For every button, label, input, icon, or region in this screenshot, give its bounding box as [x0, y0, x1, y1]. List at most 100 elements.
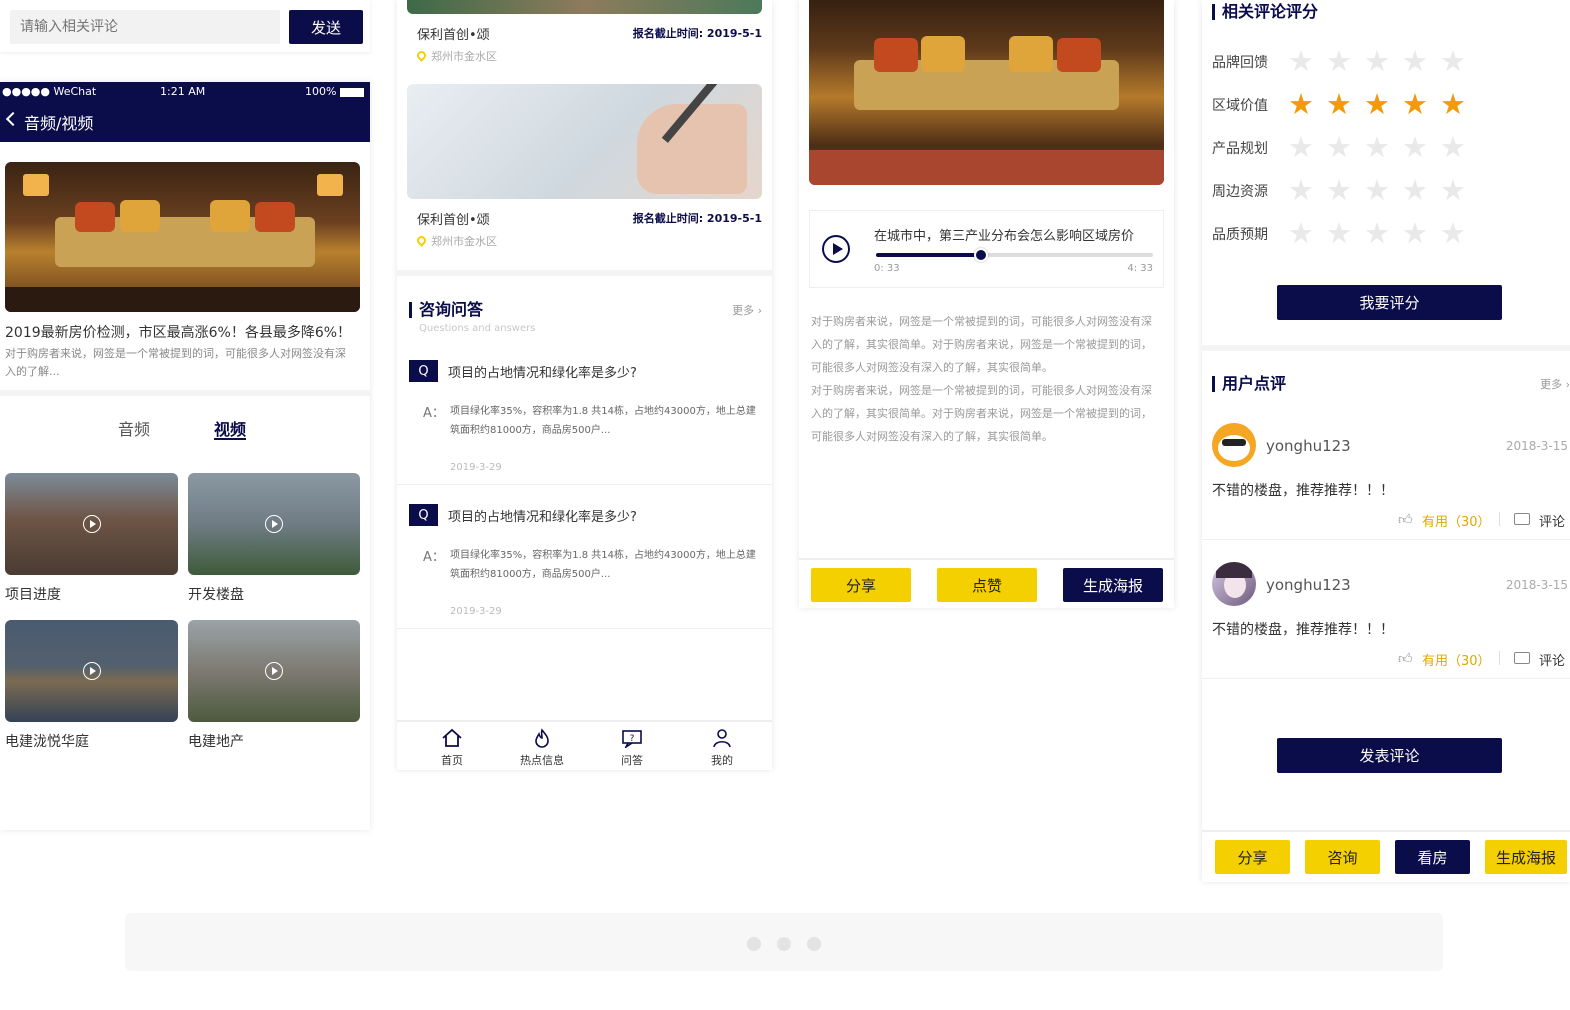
- star-icon[interactable]: ★: [1326, 219, 1352, 248]
- separator: [1499, 512, 1500, 526]
- star-icon[interactable]: ★: [1288, 47, 1314, 76]
- phone-reviews: 相关评论评分 品牌回馈 ★ ★ ★ ★ ★ 区域价值 ★ ★ ★ ★ ★ 产品规划 ★ ★ ★ ★ ★ 周边资源 ★ ★…: [1202, 0, 1570, 882]
- page-dot-3[interactable]: [807, 937, 821, 951]
- listing-name-2[interactable]: 保利首创•颂: [417, 209, 490, 228]
- star-icon[interactable]: ★: [1440, 176, 1466, 205]
- star-icon[interactable]: ★: [1440, 219, 1466, 248]
- star-icon[interactable]: ★: [1402, 47, 1428, 76]
- nav-hot-label: 热点信息: [520, 754, 564, 767]
- thumbs-up-icon[interactable]: 👍︎: [1398, 650, 1413, 667]
- poster-button[interactable]: 生成海报: [1063, 568, 1163, 602]
- post-review-button[interactable]: 发表评论: [1277, 738, 1502, 773]
- comment-button[interactable]: 评论: [1539, 511, 1565, 530]
- comment-icon[interactable]: [1514, 513, 1530, 525]
- send-button[interactable]: 发送: [289, 10, 363, 44]
- question-badge-icon: Q: [409, 504, 438, 526]
- star-icon[interactable]: ★: [1326, 90, 1352, 119]
- nav-qa[interactable]: ? 问答: [607, 728, 657, 768]
- star-icon[interactable]: ★: [1364, 176, 1390, 205]
- video-thumb-progress[interactable]: [5, 473, 178, 575]
- video-thumb-villa[interactable]: [5, 620, 178, 722]
- share-button[interactable]: 分享: [1215, 840, 1290, 874]
- tab-video[interactable]: 视频: [214, 416, 246, 440]
- detail-hero-image[interactable]: [809, 0, 1164, 185]
- star-icon[interactable]: ★: [1288, 90, 1314, 119]
- listing-image-2[interactable]: [407, 84, 762, 199]
- video-thumb-estate[interactable]: [188, 620, 360, 722]
- listing-image-1[interactable]: [407, 0, 762, 14]
- play-icon: [833, 243, 843, 255]
- video-label-4: 电建地产: [188, 734, 244, 750]
- thumbs-up-icon[interactable]: 👍︎: [1398, 511, 1413, 528]
- star-icon[interactable]: ★: [1402, 90, 1428, 119]
- star-icon[interactable]: ★: [1288, 133, 1314, 162]
- answer-badge-icon: A：: [423, 550, 445, 565]
- star-icon[interactable]: ★: [1364, 133, 1390, 162]
- bottom-nav: 首页 热点信息 ? 问答 我的: [397, 720, 772, 770]
- avatar[interactable]: [1212, 423, 1256, 467]
- chevron-right-icon: ›: [1565, 378, 1570, 391]
- star-icon[interactable]: ★: [1364, 47, 1390, 76]
- hero-image[interactable]: [5, 162, 360, 312]
- poster-button[interactable]: 生成海报: [1485, 840, 1567, 874]
- star-icon[interactable]: ★: [1402, 176, 1428, 205]
- play-button[interactable]: [822, 235, 850, 263]
- review-text: 不错的楼盘，推荐推荐！！！: [1212, 622, 1394, 638]
- rating-row: 周边资源 ★ ★ ★ ★ ★: [1202, 176, 1570, 209]
- audio-total: 4: 33: [1127, 263, 1153, 274]
- audio-track[interactable]: [876, 248, 1153, 262]
- video-label-1: 项目进度: [5, 587, 61, 603]
- audio-progress: [876, 253, 982, 257]
- star-icon[interactable]: ★: [1288, 176, 1314, 205]
- qa-more-link[interactable]: 更多 ›: [732, 302, 762, 318]
- review-more-link[interactable]: 更多 ›: [1540, 376, 1570, 392]
- qa-item[interactable]: Q 项目的占地情况和绿化率是多少? A： 项目绿化率35%，容积率为1.8 共1…: [397, 494, 772, 629]
- useful-button[interactable]: 有用（30）: [1422, 650, 1491, 669]
- star-icon[interactable]: ★: [1326, 47, 1352, 76]
- nav-qa-label: 问答: [621, 754, 643, 767]
- view-house-button[interactable]: 看房: [1395, 840, 1470, 874]
- listing-deadline-2: 报名截止时间: 2019-5-1: [632, 212, 762, 225]
- page-dot-1[interactable]: [747, 937, 761, 951]
- star-icon[interactable]: ★: [1402, 219, 1428, 248]
- article-headline[interactable]: 2019最新房价检测，市区最高涨6%！各县最多降6%！: [5, 322, 351, 342]
- star-icon[interactable]: ★: [1440, 90, 1466, 119]
- consult-button[interactable]: 咨询: [1305, 840, 1380, 874]
- comment-input[interactable]: [10, 10, 280, 44]
- like-button[interactable]: 点赞: [937, 568, 1037, 602]
- nav-home-label: 首页: [441, 754, 463, 767]
- review-user[interactable]: yonghu123: [1266, 576, 1351, 594]
- review-user[interactable]: yonghu123: [1266, 437, 1351, 455]
- play-icon: [82, 662, 101, 680]
- divider: [1202, 345, 1570, 351]
- article-desc: 对于购房者来说，网签是一个常被提到的词，可能很多人对网签没有深入的了解...: [5, 347, 346, 378]
- qa-item[interactable]: Q 项目的占地情况和绿化率是多少? A： 项目绿化率35%，容积率为1.8 共1…: [397, 350, 772, 485]
- star-icon[interactable]: ★: [1402, 133, 1428, 162]
- review-item: yonghu123 2018-3-15 不错的楼盘，推荐推荐！！！ 👍︎ 有用（…: [1202, 415, 1570, 540]
- audio-knob[interactable]: [974, 248, 989, 262]
- tab-audio[interactable]: 音频: [118, 416, 150, 440]
- star-icon[interactable]: ★: [1364, 219, 1390, 248]
- nav-home[interactable]: 首页: [427, 728, 477, 768]
- comment-icon[interactable]: [1514, 652, 1530, 664]
- star-icon[interactable]: ★: [1288, 219, 1314, 248]
- star-icon[interactable]: ★: [1364, 90, 1390, 119]
- star-icon[interactable]: ★: [1326, 133, 1352, 162]
- rate-button[interactable]: 我要评分: [1277, 285, 1502, 320]
- star-icon[interactable]: ★: [1440, 133, 1466, 162]
- comment-button[interactable]: 评论: [1539, 650, 1565, 669]
- star-icon[interactable]: ★: [1326, 176, 1352, 205]
- nav-me[interactable]: 我的: [697, 728, 747, 768]
- useful-button[interactable]: 有用（30）: [1422, 511, 1491, 530]
- share-button[interactable]: 分享: [811, 568, 911, 602]
- back-icon[interactable]: [5, 111, 21, 127]
- carrier-label: ●●●●● WeChat: [2, 85, 97, 98]
- rating-row: 产品规划 ★ ★ ★ ★ ★: [1202, 133, 1570, 166]
- avatar[interactable]: [1212, 562, 1256, 606]
- nav-hot[interactable]: 热点信息: [512, 728, 572, 768]
- video-thumb-buildings[interactable]: [188, 473, 360, 575]
- star-icon[interactable]: ★: [1440, 47, 1466, 76]
- listing-name-1[interactable]: 保利首创•颂: [417, 24, 490, 43]
- page-dot-2[interactable]: [777, 937, 791, 951]
- rating-label: 品牌回馈: [1212, 55, 1268, 71]
